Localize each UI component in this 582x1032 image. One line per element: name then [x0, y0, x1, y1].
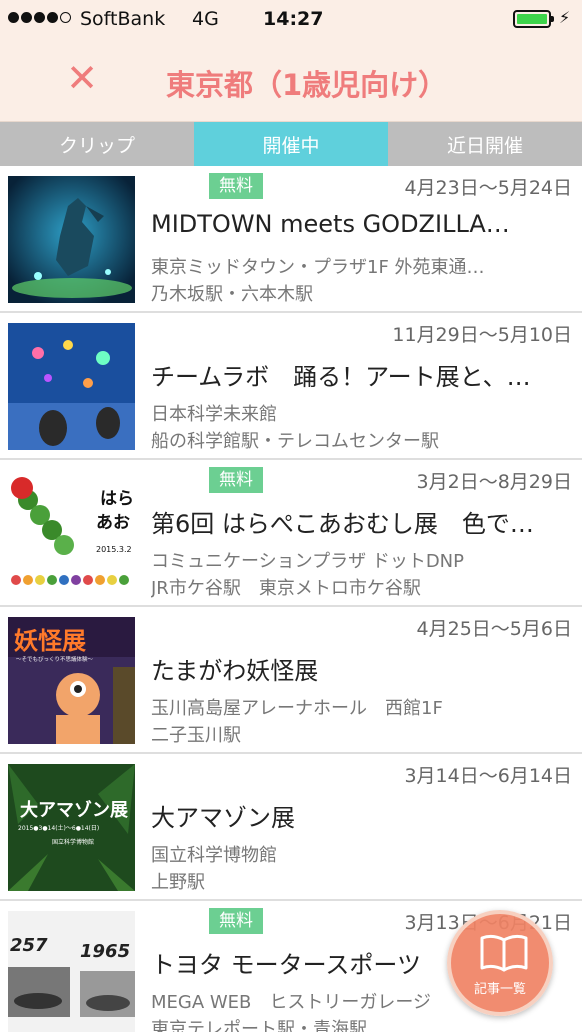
event-title: 大アマゾン展	[151, 804, 295, 832]
event-title: 第6回 はらぺこあおむし展 色で…	[151, 510, 534, 538]
event-list-item[interactable]: 11月29日〜5月10日 チームラボ 踊る！アート展と、… 日本科学未来館 船の…	[0, 313, 582, 460]
event-station: 乃木坂駅・六本木駅	[151, 284, 313, 305]
free-badge: 無料	[209, 908, 263, 934]
event-station: 上野駅	[151, 872, 205, 893]
event-venue: 日本科学未来館	[151, 404, 277, 425]
event-title: チームラボ 踊る！アート展と、…	[151, 363, 531, 391]
status-bar: SoftBank 4G 14:27 ⚡	[0, 0, 582, 38]
free-badge: 無料	[209, 467, 263, 493]
event-station: JR市ケ谷駅 東京メトロ市ケ谷駅	[151, 578, 421, 599]
event-date: 11月29日〜5月10日	[392, 324, 572, 346]
book-icon	[480, 934, 528, 972]
event-venue: 国立科学博物館	[151, 845, 277, 866]
page-title: 東京都（1歳児向け）	[166, 68, 448, 102]
event-thumbnail	[8, 176, 135, 303]
close-icon: ✕	[66, 56, 98, 100]
charging-icon: ⚡	[559, 8, 571, 27]
amazon-museum-text: 国立科学博物館	[52, 838, 94, 846]
article-list-button[interactable]: 記事一覧	[447, 910, 553, 1016]
toyota-year-text-2: 1965	[80, 941, 130, 962]
battery-level	[517, 14, 547, 24]
article-list-label: 記事一覧	[473, 982, 526, 997]
event-thumbnail: 大アマゾン展 2015●3●14(土)〜6●14(日) 国立科学博物館	[8, 764, 135, 891]
yokai-title-text: 妖怪展	[14, 627, 86, 655]
yokai-subtitle-text: 〜そでもびっくり不思議体験〜	[16, 655, 94, 663]
event-venue: 玉川高島屋アレーナホール 西館1F	[151, 698, 443, 719]
carrier-name: SoftBank	[80, 8, 166, 30]
event-date: 4月25日〜5月6日	[416, 618, 572, 640]
status-time: 14:27	[263, 8, 324, 30]
harapeko-text-line1: はら	[100, 489, 134, 509]
event-station: 東京テレポート駅・青海駅	[151, 1019, 367, 1032]
event-list-item[interactable]: はら あお 2015.3.2 無料 3月2日〜8月29日 第6回 はらぺこあおむ…	[0, 460, 582, 607]
network-type: 4G	[192, 8, 219, 30]
event-thumbnail	[8, 323, 135, 450]
event-thumbnail: はら あお 2015.3.2	[8, 470, 135, 597]
tab-bar: クリップ 開催中 近日開催	[0, 122, 582, 166]
event-station: 船の科学館駅・テレコムセンター駅	[151, 431, 439, 452]
event-venue: コミュニケーションプラザ ドットDNP	[151, 551, 464, 572]
event-thumbnail: 妖怪展 〜そでもびっくり不思議体験〜	[8, 617, 135, 744]
event-venue: 東京ミッドタウン・プラザ1F 外苑東通…	[151, 257, 485, 278]
tab-ongoing[interactable]: 開催中	[194, 122, 388, 166]
event-list-item[interactable]: 妖怪展 〜そでもびっくり不思議体験〜 4月25日〜5月6日 たまがわ妖怪展 玉川…	[0, 607, 582, 754]
event-title: MIDTOWN meets GODZILLA…	[151, 210, 510, 238]
harapeko-text-line2: あお	[96, 513, 130, 533]
event-date: 4月23日〜5月24日	[404, 177, 572, 199]
event-station: 二子玉川駅	[151, 725, 241, 746]
event-list-item[interactable]: 無料 4月23日〜5月24日 MIDTOWN meets GODZILLA… 東…	[0, 166, 582, 313]
amazon-title-text: 大アマゾン展	[20, 799, 129, 821]
toyota-year-text-1: 257	[10, 935, 48, 956]
battery-icon	[513, 10, 554, 28]
event-date: 3月14日〜6月14日	[404, 765, 572, 787]
signal-strength-icon	[8, 12, 71, 23]
navigation-bar: ✕ 東京都（1歳児向け）	[0, 38, 582, 122]
event-title: たまがわ妖怪展	[151, 657, 319, 685]
tab-upcoming[interactable]: 近日開催	[388, 122, 582, 166]
amazon-date-text: 2015●3●14(土)〜6●14(日)	[18, 824, 99, 832]
harapeko-date-text: 2015.3.2	[96, 545, 132, 554]
event-thumbnail: 257 1965	[8, 911, 135, 1032]
tab-clip[interactable]: クリップ	[0, 122, 194, 166]
event-date: 3月2日〜8月29日	[416, 471, 572, 493]
event-list: 無料 4月23日〜5月24日 MIDTOWN meets GODZILLA… 東…	[0, 166, 582, 1032]
event-list-item[interactable]: 大アマゾン展 2015●3●14(土)〜6●14(日) 国立科学博物館 3月14…	[0, 754, 582, 901]
free-badge: 無料	[209, 173, 263, 199]
close-button[interactable]: ✕	[62, 58, 102, 98]
